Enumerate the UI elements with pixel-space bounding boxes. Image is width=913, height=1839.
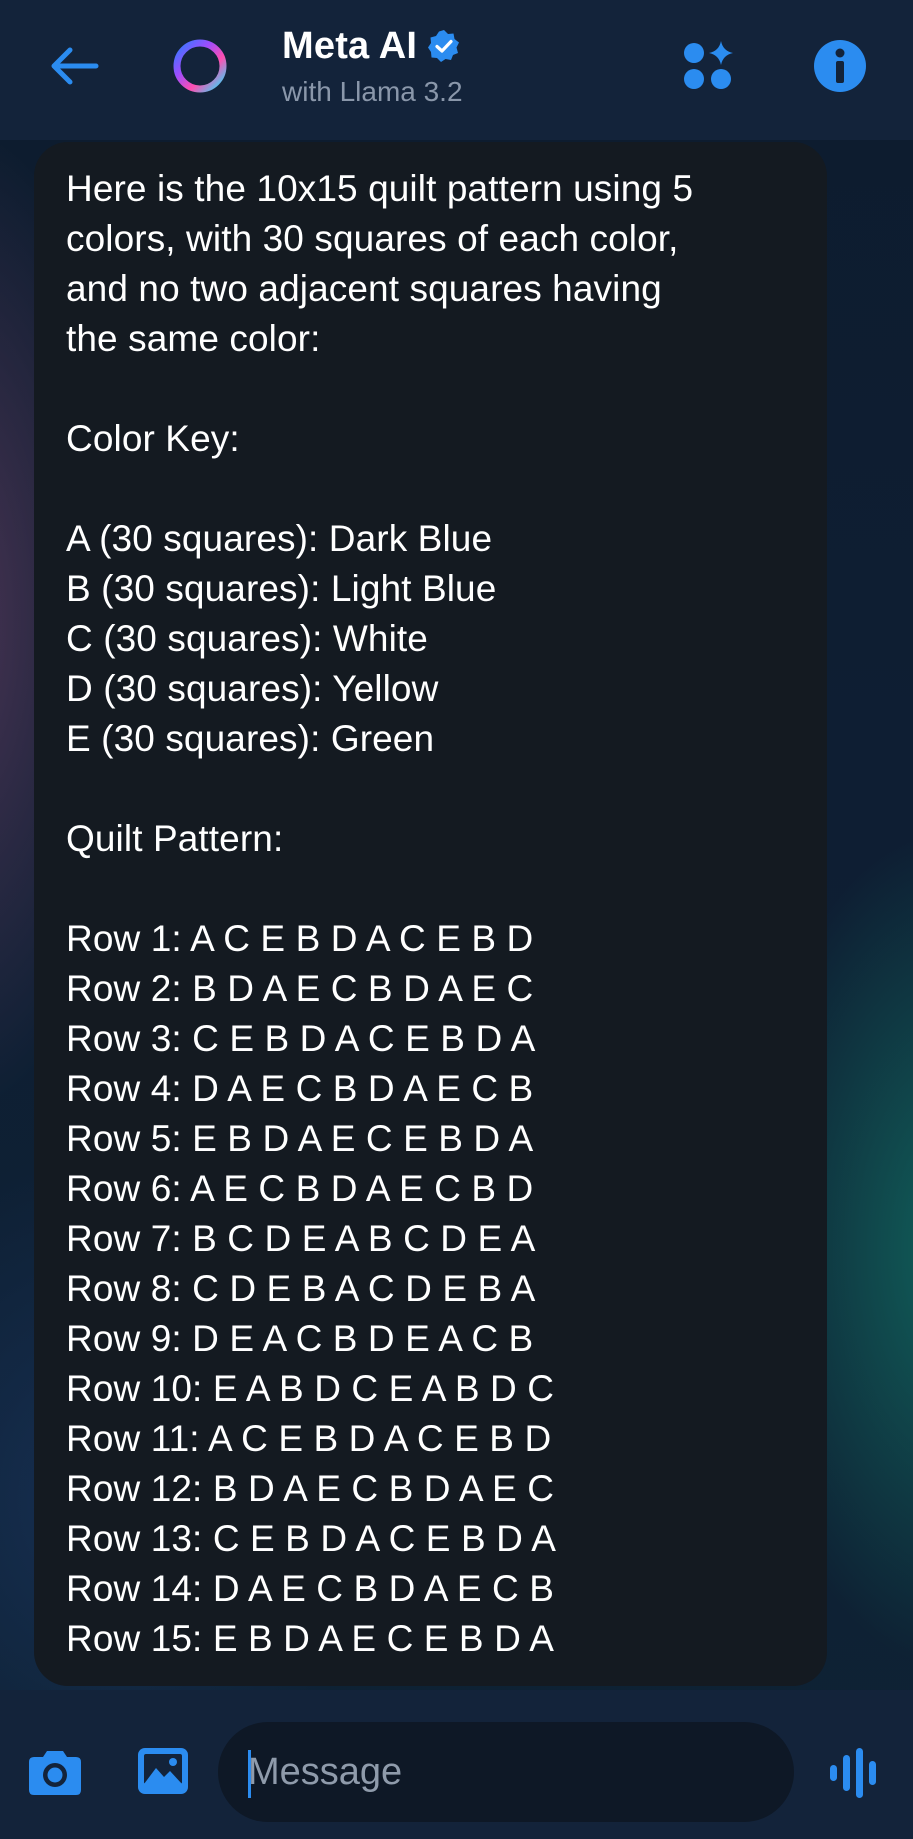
- color-key-item: B (30 squares): Light Blue: [66, 568, 497, 609]
- chat-title-block[interactable]: Meta AI with Llama 3.2: [282, 20, 463, 108]
- color-key-item: C (30 squares): White: [66, 618, 428, 659]
- pattern-row: Row 10: E A B D C E A B D C: [66, 1368, 555, 1409]
- meta-ai-avatar[interactable]: [168, 34, 232, 98]
- gallery-button[interactable]: [132, 1740, 194, 1802]
- color-key-item: A (30 squares): Dark Blue: [66, 518, 493, 559]
- voice-button[interactable]: [822, 1742, 884, 1804]
- apps-sparkle-icon: [684, 41, 733, 89]
- color-key-heading: Color Key:: [66, 418, 240, 459]
- pattern-row: Row 15: E B D A E C E B D A: [66, 1618, 555, 1659]
- ai-message-bubble[interactable]: Here is the 10x15 quilt pattern using 5 …: [34, 142, 827, 1686]
- arrow-left-icon: [51, 47, 99, 85]
- text-cursor: [248, 1750, 251, 1798]
- pattern-row: Row 13: C E B D A C E B D A: [66, 1518, 557, 1559]
- pattern-row: Row 12: B D A E C B D A E C: [66, 1468, 555, 1509]
- color-key-item: E (30 squares): Green: [66, 718, 435, 759]
- verified-badge-icon: [427, 29, 461, 63]
- meta-ai-ring-icon: [173, 39, 227, 93]
- pattern-row: Row 2: B D A E C B D A E C: [66, 968, 534, 1009]
- pattern-row: Row 5: E B D A E C E B D A: [66, 1118, 534, 1159]
- pattern-row: Row 14: D A E C B D A E C B: [66, 1568, 555, 1609]
- intro-line: and no two adjacent squares having: [66, 268, 662, 309]
- info-icon: [814, 40, 866, 92]
- pattern-row: Row 6: A E C B D A E C B D: [66, 1168, 534, 1209]
- gallery-icon: [138, 1748, 188, 1794]
- apps-button[interactable]: [676, 34, 740, 98]
- pattern-row: Row 7: B C D E A B C D E A: [66, 1218, 536, 1259]
- camera-button[interactable]: [24, 1742, 86, 1804]
- back-button[interactable]: [42, 34, 106, 98]
- voice-waveform-icon: [830, 1748, 876, 1798]
- pattern-row: Row 3: C E B D A C E B D A: [66, 1018, 536, 1059]
- chat-subtitle: with Llama 3.2: [282, 76, 463, 107]
- color-key-item: D (30 squares): Yellow: [66, 668, 439, 709]
- pattern-row: Row 4: D A E C B D A E C B: [66, 1068, 534, 1109]
- pattern-row: Row 9: D E A C B D E A C B: [66, 1318, 534, 1359]
- pattern-row: Row 11: A C E B D A C E B D: [66, 1418, 552, 1459]
- info-button[interactable]: [808, 34, 872, 98]
- pattern-row: Row 1: A C E B D A C E B D: [66, 918, 534, 959]
- camera-icon: [29, 1751, 81, 1795]
- intro-line: Here is the 10x15 quilt pattern using 5: [66, 168, 694, 209]
- message-input[interactable]: [218, 1722, 794, 1822]
- pattern-row: Row 8: C D E B A C D E B A: [66, 1268, 536, 1309]
- message-text: Here is the 10x15 quilt pattern using 5 …: [66, 164, 799, 1664]
- message-composer: [0, 1690, 913, 1839]
- intro-line: colors, with 30 squares of each color,: [66, 218, 679, 259]
- chat-title: Meta AI: [282, 24, 418, 67]
- pattern-heading: Quilt Pattern:: [66, 818, 284, 859]
- intro-line: the same color:: [66, 318, 321, 359]
- chat-header: Meta AI with Llama 3.2: [0, 0, 913, 140]
